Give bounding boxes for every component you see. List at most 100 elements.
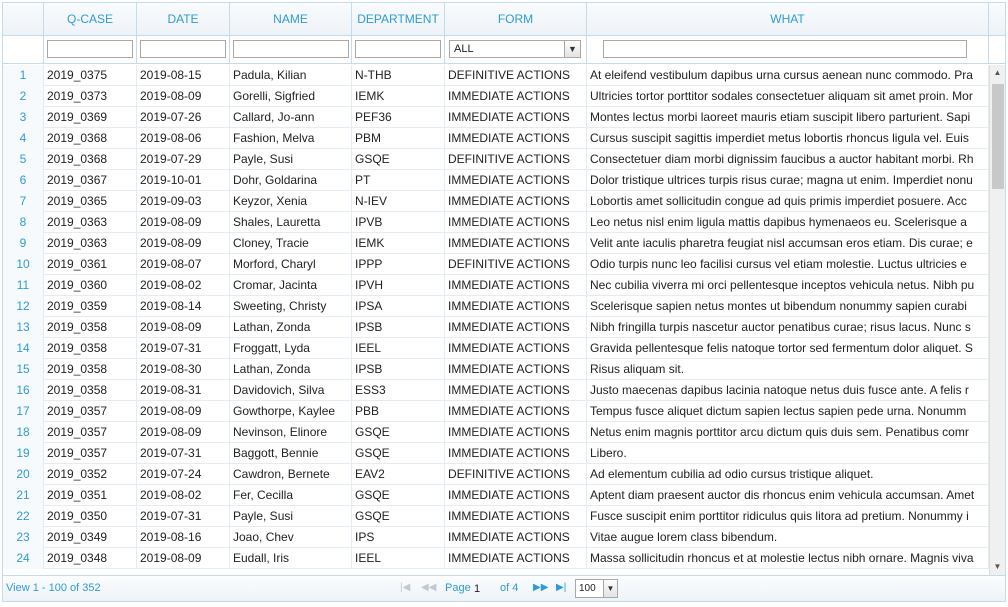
chevron-down-icon: ▼ bbox=[603, 580, 617, 597]
table-row[interactable]: 9 2019_0363 2019-08-09 Cloney, Tracie IEMK IM… bbox=[3, 233, 989, 254]
cell-name: Baggott, Bennie bbox=[230, 443, 352, 464]
table-row[interactable]: 5 2019_0368 2019-07-29 Payle, Susi GSQE DEFIN… bbox=[3, 149, 989, 170]
page-input[interactable] bbox=[472, 581, 496, 597]
name-filter-input[interactable] bbox=[233, 40, 349, 58]
page-size-select[interactable]: 100 ▼ bbox=[575, 579, 618, 598]
table-row[interactable]: 14 2019_0358 2019-07-31 Froggatt, Lyda IEEL I… bbox=[3, 338, 989, 359]
cell-what: Libero. bbox=[587, 443, 989, 464]
scroll-thumb[interactable] bbox=[992, 84, 1004, 189]
table-row[interactable]: 3 2019_0369 2019-07-26 Callard, Jo-ann PEF36… bbox=[3, 107, 989, 128]
cell-what: Odio turpis nunc leo facilisi cursus vel… bbox=[587, 254, 989, 275]
scroll-down-icon[interactable]: ▼ bbox=[990, 559, 1005, 575]
cell-form: IMMEDIATE ACTIONS bbox=[445, 359, 587, 380]
cell-date: 2019-08-09 bbox=[137, 86, 230, 107]
cell-qcase: 2019_0368 bbox=[44, 128, 137, 149]
cell-name: Gowthorpe, Kaylee bbox=[230, 401, 352, 422]
table-row[interactable]: 18 2019_0357 2019-08-09 Nevinson, Elinore GS… bbox=[3, 422, 989, 443]
department-filter-input[interactable] bbox=[355, 40, 441, 58]
prev-page-icon[interactable]: ◀◀ bbox=[421, 582, 436, 593]
cell-department: N-THB bbox=[352, 65, 445, 86]
column-header-what[interactable]: WHAT bbox=[587, 3, 989, 36]
vertical-scrollbar[interactable]: ▲ ▼ bbox=[989, 65, 1005, 575]
last-page-icon[interactable]: ▶| bbox=[556, 582, 566, 593]
column-header-date[interactable]: DATE bbox=[137, 3, 230, 36]
cell-form: IMMEDIATE ACTIONS bbox=[445, 422, 587, 443]
cell-department: IPSB bbox=[352, 359, 445, 380]
table-row[interactable]: 13 2019_0358 2019-08-09 Lathan, Zonda IPSB IM… bbox=[3, 317, 989, 338]
cell-what: Massa sollicitudin rhoncus et at molesti… bbox=[587, 548, 989, 569]
next-page-icon[interactable]: ▶▶ bbox=[533, 582, 548, 593]
cell-what: Consectetuer diam morbi dignissim faucib… bbox=[587, 149, 989, 170]
cell-what: Velit ante iaculis pharetra feugiat nisl… bbox=[587, 233, 989, 254]
table-row[interactable]: 2 2019_0373 2019-08-09 Gorelli, Sigfried IEM… bbox=[3, 86, 989, 107]
cell-form: IMMEDIATE ACTIONS bbox=[445, 506, 587, 527]
table-row[interactable]: 17 2019_0357 2019-08-09 Gowthorpe, Kaylee PB… bbox=[3, 401, 989, 422]
scroll-up-icon[interactable]: ▲ bbox=[990, 65, 1005, 81]
table-row[interactable]: 8 2019_0363 2019-08-09 Shales, Lauretta IPVB… bbox=[3, 212, 989, 233]
column-header-department[interactable]: DEPARTMENT bbox=[352, 3, 445, 36]
cell-date: 2019-09-03 bbox=[137, 191, 230, 212]
table-row[interactable]: 4 2019_0368 2019-08-06 Fashion, Melva PBM IMM… bbox=[3, 128, 989, 149]
cell-rownum: 22 bbox=[3, 506, 44, 527]
cell-qcase: 2019_0363 bbox=[44, 233, 137, 254]
cell-date: 2019-07-29 bbox=[137, 149, 230, 170]
filter-cell-qcase bbox=[44, 36, 137, 64]
filter-cell-name bbox=[230, 36, 352, 64]
cell-rownum: 20 bbox=[3, 464, 44, 485]
cell-name: Cloney, Tracie bbox=[230, 233, 352, 254]
cell-form: IMMEDIATE ACTIONS bbox=[445, 233, 587, 254]
qcase-filter-input[interactable] bbox=[47, 40, 133, 58]
date-filter-input[interactable] bbox=[140, 40, 226, 58]
column-header-rownum[interactable] bbox=[3, 3, 44, 36]
first-page-icon[interactable]: |◀ bbox=[400, 582, 410, 593]
cell-rownum: 3 bbox=[3, 107, 44, 128]
cell-name: Sweeting, Christy bbox=[230, 296, 352, 317]
cell-what: Ad elementum cubilia ad odio cursus tris… bbox=[587, 464, 989, 485]
table-row[interactable]: 16 2019_0358 2019-08-31 Davidovich, Silva ES… bbox=[3, 380, 989, 401]
table-row[interactable]: 19 2019_0357 2019-07-31 Baggott, Bennie GSQE… bbox=[3, 443, 989, 464]
cell-name: Davidovich, Silva bbox=[230, 380, 352, 401]
cell-qcase: 2019_0359 bbox=[44, 296, 137, 317]
record-info: View 1 - 100 of 352 bbox=[6, 582, 101, 594]
column-header-qcase[interactable]: Q-CASE bbox=[44, 3, 137, 36]
cell-rownum: 8 bbox=[3, 212, 44, 233]
table-row[interactable]: 20 2019_0352 2019-07-24 Cawdron, Bernete EAV… bbox=[3, 464, 989, 485]
cell-rownum: 13 bbox=[3, 317, 44, 338]
cell-rownum: 19 bbox=[3, 443, 44, 464]
cell-form: DEFINITIVE ACTIONS bbox=[445, 464, 587, 485]
cell-date: 2019-08-09 bbox=[137, 317, 230, 338]
data-grid: Q-CASE DATE NAME DEPARTMENT FORM WHAT ALL ▼ 12… bbox=[2, 2, 1006, 602]
what-filter-input[interactable] bbox=[603, 40, 967, 58]
cell-form: IMMEDIATE ACTIONS bbox=[445, 401, 587, 422]
cell-rownum: 2 bbox=[3, 86, 44, 107]
cell-date: 2019-07-24 bbox=[137, 464, 230, 485]
table-row[interactable]: 12 2019_0359 2019-08-14 Sweeting, Christy IP… bbox=[3, 296, 989, 317]
table-row[interactable]: 15 2019_0358 2019-08-30 Lathan, Zonda IPSB IM… bbox=[3, 359, 989, 380]
page-count: of 4 bbox=[500, 582, 519, 594]
table-row[interactable]: 10 2019_0361 2019-08-07 Morford, Charyl IPPP… bbox=[3, 254, 989, 275]
table-row[interactable]: 6 2019_0367 2019-10-01 Dohr, Goldarina PT IMM… bbox=[3, 170, 989, 191]
column-header-form[interactable]: FORM bbox=[445, 3, 587, 36]
cell-rownum: 10 bbox=[3, 254, 44, 275]
table-row[interactable]: 21 2019_0351 2019-08-02 Fer, Cecilla GSQE IMM… bbox=[3, 485, 989, 506]
cell-name: Cromar, Jacinta bbox=[230, 275, 352, 296]
table-row[interactable]: 7 2019_0365 2019-09-03 Keyzor, Xenia N-IEV IM… bbox=[3, 191, 989, 212]
table-row[interactable]: 22 2019_0350 2019-07-31 Payle, Susi GSQE IMME… bbox=[3, 506, 989, 527]
cell-qcase: 2019_0352 bbox=[44, 464, 137, 485]
column-header-name[interactable]: NAME bbox=[230, 3, 352, 36]
form-filter-select[interactable]: ALL ▼ bbox=[449, 40, 581, 58]
cell-form: IMMEDIATE ACTIONS bbox=[445, 275, 587, 296]
cell-date: 2019-08-14 bbox=[137, 296, 230, 317]
cell-qcase: 2019_0363 bbox=[44, 212, 137, 233]
cell-date: 2019-07-31 bbox=[137, 506, 230, 527]
cell-date: 2019-10-01 bbox=[137, 170, 230, 191]
cell-what: Nibh fringilla turpis nascetur auctor pe… bbox=[587, 317, 989, 338]
table-row[interactable]: 1 2019_0375 2019-08-15 Padula, Kilian N-THB D… bbox=[3, 65, 989, 86]
table-row[interactable]: 24 2019_0348 2019-08-09 Eudall, Iris IEEL IMM… bbox=[3, 548, 989, 569]
filter-cell-what bbox=[587, 36, 989, 64]
table-row[interactable]: 23 2019_0349 2019-08-16 Joao, Chev IPS IMMEDI… bbox=[3, 527, 989, 548]
table-row[interactable]: 11 2019_0360 2019-08-02 Cromar, Jacinta IPVH… bbox=[3, 275, 989, 296]
cell-department: GSQE bbox=[352, 422, 445, 443]
cell-department: ESS3 bbox=[352, 380, 445, 401]
cell-name: Shales, Lauretta bbox=[230, 212, 352, 233]
